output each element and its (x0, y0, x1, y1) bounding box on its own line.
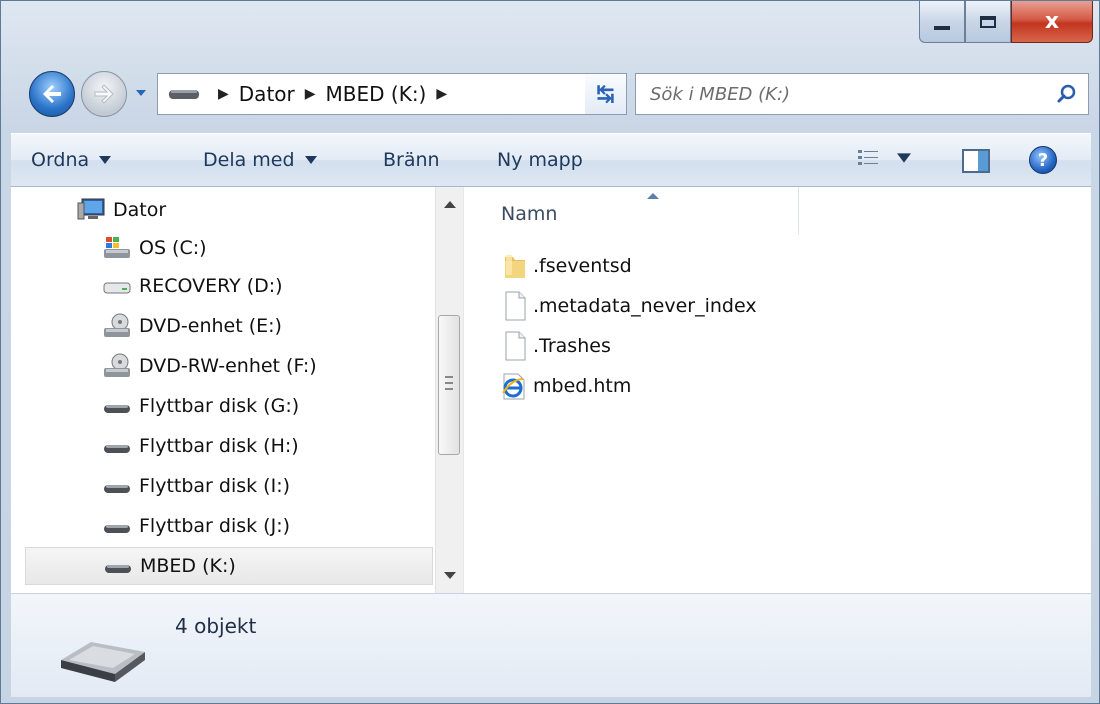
removable-drive-icon (101, 473, 133, 499)
view-details-icon (858, 150, 878, 165)
breadcrumb-separator-icon[interactable]: ▶ (218, 86, 229, 102)
nav-item-label: RECOVERY (D:) (139, 275, 283, 297)
search-icon[interactable] (1056, 83, 1078, 105)
file-icon (499, 330, 531, 362)
nav-item-label: OS (C:) (139, 237, 207, 259)
chevron-down-icon (99, 156, 112, 164)
search-box[interactable] (635, 73, 1089, 115)
nav-item-label: Flyttbar disk (I:) (139, 475, 291, 497)
file-icon (499, 290, 531, 322)
nav-item-removable-g[interactable]: Flyttbar disk (G:) (101, 387, 299, 425)
address-row: ▶ Dator ▶ MBED (K:) ▶ ↹ (29, 67, 1089, 125)
nav-item-label: MBED (K:) (140, 555, 236, 577)
content-area: Dator OS (C:) RECOVERY (D:) DVD-enhet (E… (11, 187, 1091, 593)
preview-pane-icon[interactable] (961, 148, 991, 174)
refresh-button[interactable]: ↹ (585, 73, 627, 115)
breadcrumb-item-mbed[interactable]: MBED (K:) (326, 82, 427, 106)
computer-icon (75, 197, 107, 223)
file-item-metadata[interactable]: .metadata_never_index (499, 287, 757, 325)
grip-icon (445, 376, 453, 390)
caption-buttons: x (919, 1, 1093, 45)
maximize-button[interactable] (965, 1, 1011, 43)
details-pane: 4 objekt (11, 593, 1091, 697)
nav-item-label: DVD-enhet (E:) (139, 315, 282, 337)
share-menu-button[interactable]: Dela med (203, 149, 317, 171)
scroll-down-icon[interactable] (444, 572, 456, 579)
file-name: .Trashes (533, 335, 611, 357)
removable-drive-icon (169, 90, 199, 99)
burn-label: Bränn (383, 149, 440, 171)
nav-item-label: DVD-RW-enhet (F:) (139, 355, 317, 377)
forward-button[interactable] (81, 71, 127, 117)
nav-item-recovery-d[interactable]: RECOVERY (D:) (101, 267, 283, 305)
burn-button[interactable]: Bränn (383, 149, 440, 171)
share-label: Dela med (203, 149, 295, 171)
removable-drive-icon (101, 513, 133, 539)
file-item-mbed-htm[interactable]: mbed.htm (499, 367, 631, 405)
nav-item-dvd-rw-f[interactable]: DVD-RW-enhet (F:) (101, 347, 317, 385)
removable-drive-large-icon (61, 642, 145, 682)
scroll-up-icon[interactable] (444, 201, 456, 208)
nav-item-computer[interactable]: Dator (75, 191, 166, 229)
dvd-drive-icon (101, 353, 133, 379)
help-icon[interactable]: ? (1029, 146, 1057, 174)
breadcrumb-item-dator[interactable]: Dator (239, 82, 295, 106)
file-item-trashes[interactable]: .Trashes (499, 327, 611, 365)
removable-drive-icon (101, 393, 133, 419)
close-icon: x (1044, 9, 1060, 34)
chevron-down-icon (897, 153, 911, 163)
new-folder-button[interactable]: Ny mapp (497, 149, 583, 171)
recent-pages-dropdown-icon[interactable] (133, 85, 149, 101)
ie-document-icon (499, 370, 531, 402)
breadcrumb: ▶ Dator ▶ MBED (K:) ▶ (208, 82, 457, 106)
column-header-name[interactable]: Namn (483, 187, 799, 235)
minimize-button[interactable] (919, 1, 965, 43)
navigation-pane: Dator OS (C:) RECOVERY (D:) DVD-enhet (E… (11, 187, 463, 593)
change-view-button[interactable] (857, 148, 911, 168)
new-folder-label: Ny mapp (497, 149, 583, 171)
nav-item-label: Dator (113, 199, 167, 221)
folder-icon (499, 250, 531, 282)
file-name: .metadata_never_index (533, 295, 757, 317)
explorer-window: x ▶ Dator ▶ MBED (K:) ▶ ↹ Sök i MBED (K:… (0, 0, 1100, 704)
arrow-left-icon (43, 85, 61, 103)
hard-drive-icon (101, 273, 133, 299)
search-input[interactable] (648, 82, 1032, 106)
nav-item-label: Flyttbar disk (J:) (139, 515, 291, 537)
item-count: 4 objekt (175, 614, 257, 638)
organize-menu-button[interactable]: Ordna (31, 149, 112, 171)
nav-item-label: Flyttbar disk (H:) (139, 435, 299, 457)
close-button[interactable]: x (1011, 1, 1093, 43)
removable-drive-icon (101, 433, 133, 459)
back-button[interactable] (29, 71, 75, 117)
nav-item-label: Flyttbar disk (G:) (139, 395, 300, 417)
nav-item-os-c[interactable]: OS (C:) (101, 229, 207, 267)
nav-item-mbed-k[interactable]: MBED (K:) (25, 547, 433, 585)
address-bar[interactable]: ▶ Dator ▶ MBED (K:) ▶ (157, 73, 627, 115)
file-name: .fseventsd (533, 255, 632, 277)
file-name: mbed.htm (533, 375, 632, 397)
nav-item-removable-i[interactable]: Flyttbar disk (I:) (101, 467, 290, 505)
nav-item-removable-j[interactable]: Flyttbar disk (J:) (101, 507, 290, 545)
windows-drive-icon (101, 235, 133, 261)
organize-label: Ordna (31, 149, 90, 171)
chevron-down-icon (304, 156, 317, 164)
breadcrumb-separator-icon[interactable]: ▶ (436, 86, 447, 102)
minimize-icon (934, 25, 950, 30)
nav-item-dvd-e[interactable]: DVD-enhet (E:) (101, 307, 282, 345)
column-header-label: Namn (501, 203, 558, 225)
nav-scrollbar[interactable] (435, 187, 463, 593)
sort-ascending-icon (647, 193, 659, 199)
breadcrumb-separator-icon[interactable]: ▶ (305, 86, 316, 102)
scrollbar-thumb[interactable] (438, 315, 460, 455)
nav-item-removable-h[interactable]: Flyttbar disk (H:) (101, 427, 299, 465)
maximize-icon (980, 15, 996, 28)
arrow-right-icon (94, 84, 114, 104)
file-item-fseventsd[interactable]: .fseventsd (499, 247, 632, 285)
command-bar: Ordna Dela med Bränn Ny mapp ? (11, 133, 1091, 187)
file-list: Namn .fseventsd .metadata_never_index .T… (469, 187, 1091, 593)
refresh-icon: ↹ (596, 81, 615, 107)
removable-drive-icon (102, 553, 134, 579)
dvd-drive-icon (101, 313, 133, 339)
